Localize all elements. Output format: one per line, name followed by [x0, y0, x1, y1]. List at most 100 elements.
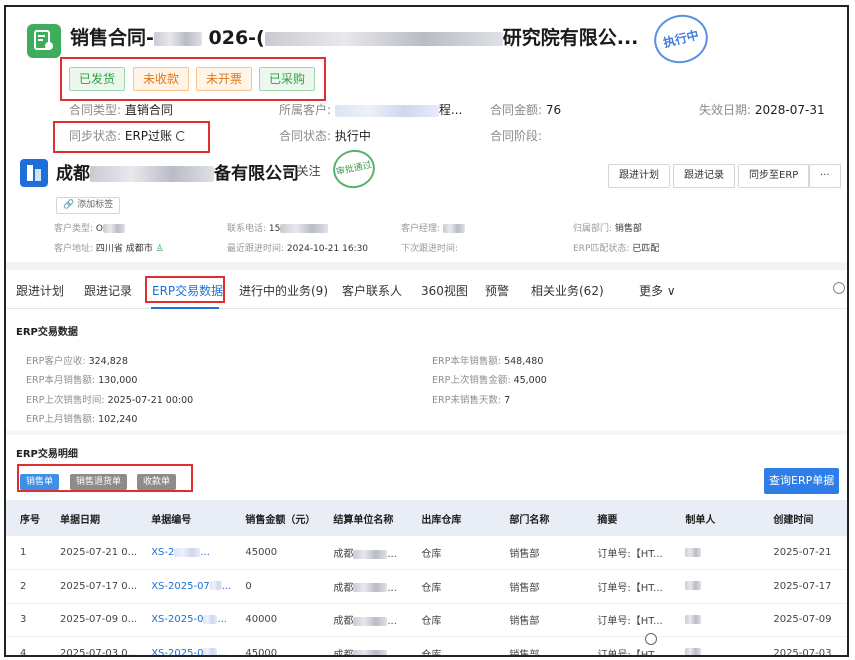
field-contract-type: 合同类型: 直销合同	[69, 101, 173, 118]
tab-ongoing-business[interactable]: 进行中的业务(9)	[239, 282, 328, 299]
info-label: 客户类型:	[54, 224, 94, 234]
cell-date: 2025-07-03 0...	[60, 647, 138, 657]
table-row: 2 2025-07-17 0... XS-2025-07... 0 成都... …	[6, 569, 847, 604]
col-amount: 销售金额（元）	[245, 514, 316, 526]
filter-sales-return[interactable]: 销售退货单	[70, 474, 128, 490]
tab-related-business[interactable]: 相关业务(62)	[531, 282, 604, 299]
redacted-block	[353, 583, 388, 593]
tab-follow-record[interactable]: 跟进记录	[84, 282, 132, 299]
erp-year-sales: ERP本年销售额: 548,480	[432, 353, 543, 367]
redacted-block	[203, 648, 218, 655]
kv-label: ERP本月销售额:	[26, 375, 96, 386]
kv-value: 130,000	[98, 375, 138, 386]
redacted-block	[203, 614, 218, 624]
cell-settle-unit: 成都...	[333, 549, 397, 560]
table-row: 1 2025-07-21 0... XS-2... 45000 成都... 仓库…	[6, 536, 847, 570]
tab-warning[interactable]: 预警	[485, 282, 509, 299]
cell-warehouse: 仓库	[421, 549, 442, 560]
kv-value: 45,000	[513, 375, 547, 386]
title-mid: 026-(	[208, 27, 265, 49]
info-customer-type: 客户类型: O	[54, 221, 126, 234]
erp-data-panel: ERP交易数据 ERP客户应收: 324,828 ERP本年销售额: 548,4…	[6, 310, 847, 430]
erp-data-title: ERP交易数据	[16, 327, 78, 338]
kv-value: 548,480	[504, 356, 544, 367]
tab-follow-plan[interactable]: 跟进计划	[16, 282, 64, 299]
settle-unit-text: 成都	[333, 549, 354, 560]
info-label: 最近跟进时间:	[227, 244, 285, 254]
col-created-at: 创建时间	[773, 514, 814, 526]
redacted-block	[685, 648, 702, 655]
erp-unsold-days: ERP未销售天数: 7	[432, 392, 510, 406]
tab-360-view[interactable]: 360视图	[421, 282, 468, 299]
cell-index: 3	[20, 614, 27, 626]
cell-amount: 45000	[245, 647, 278, 657]
info-value: 四川省 成都市	[95, 244, 153, 254]
tag-shipped: 已发货	[69, 67, 126, 91]
redacted-block	[353, 650, 388, 655]
tab-contacts[interactable]: 客户联系人	[342, 282, 402, 299]
more-options-button[interactable]: ···	[809, 164, 841, 188]
refresh-icon[interactable]	[176, 131, 187, 141]
cursor-circle-icon	[645, 633, 657, 645]
info-value: 销售部	[614, 224, 642, 234]
redacted-block	[353, 549, 388, 559]
field-value: 直销合同	[124, 103, 173, 117]
sync-erp-button[interactable]: 同步至ERP	[738, 164, 810, 188]
status-stamp: 执行中	[648, 9, 714, 69]
cell-created-at: 2025-07-21	[773, 547, 832, 558]
settle-unit-text: 成都	[333, 649, 354, 657]
tab-more[interactable]: 更多 ∨	[639, 282, 676, 299]
info-label: ERP匹配状态:	[573, 244, 630, 254]
filter-receipt[interactable]: 收款单	[137, 474, 177, 490]
cell-amount: 40000	[245, 614, 278, 626]
add-tag-button[interactable]: 🔗 添加标签	[56, 197, 121, 214]
approved-seal: 审批通过	[329, 146, 379, 192]
cell-doc-no[interactable]: XS-2025-0...	[137, 603, 231, 637]
field-label: 合同状态:	[279, 129, 332, 143]
erp-month-sales: ERP本月销售额: 130,000	[26, 372, 137, 386]
field-customer: 所属客户: 程...	[279, 101, 462, 118]
follow-plan-button[interactable]: 跟进计划	[608, 164, 670, 188]
field-label: 合同类型:	[69, 103, 122, 117]
cell-created-at: 2025-07-17	[773, 580, 832, 592]
settings-icon[interactable]	[833, 282, 845, 294]
cell-summary: 订单号:【HT...	[597, 549, 663, 560]
field-label: 合同阶段:	[490, 129, 543, 143]
cell-warehouse: 仓库	[421, 582, 442, 594]
field-amount: 合同金额: 76	[490, 101, 561, 118]
cell-doc-no[interactable]: XS-2025-0...	[137, 637, 231, 655]
cell-dept: 销售部	[509, 582, 540, 594]
cell-doc-no[interactable]: XS-2025-07...	[137, 570, 231, 604]
cell-doc-no[interactable]: XS-2...	[137, 536, 231, 570]
erp-receivable: ERP客户应收: 324,828	[26, 353, 128, 367]
filter-sales-order[interactable]: 销售单	[20, 474, 60, 490]
cell-index: 4	[20, 647, 27, 657]
follow-button[interactable]: ☆ 关注	[282, 162, 321, 179]
cell-creator	[671, 536, 759, 570]
kv-label: ERP上次销售时间:	[26, 395, 105, 406]
query-erp-button[interactable]: 查询ERP单据	[764, 468, 840, 494]
info-manager: 客户经理:	[401, 221, 465, 234]
field-value[interactable]: 程...	[439, 103, 462, 117]
col-warehouse: 出库仓库	[421, 514, 462, 526]
active-tab-indicator	[151, 307, 219, 309]
cell-amount: 45000	[245, 547, 278, 558]
cell-dept: 销售部	[509, 616, 540, 628]
map-pin-icon[interactable]: ♙	[156, 244, 164, 254]
cell-date: 2025-07-09 0...	[60, 614, 138, 626]
cell-settle-unit: 成都...	[333, 616, 397, 628]
cell-dept: 销售部	[509, 549, 540, 560]
cell-created-at: 2025-07-03	[773, 647, 832, 657]
cell-summary: 订单号:【HT...	[597, 616, 663, 628]
settle-unit-text: 成都	[333, 582, 354, 594]
follow-record-button[interactable]: 跟进记录	[673, 164, 735, 188]
erp-detail-title: ERP交易明细	[16, 449, 78, 460]
col-creator: 制单人	[685, 514, 716, 526]
doc-no-text: XS-2025-0	[151, 614, 204, 626]
link-icon: 🔗	[63, 200, 75, 210]
tag-unpaid: 未收款	[133, 67, 190, 91]
cell-summary: 订单号:【HT...	[597, 582, 663, 594]
star-icon: ☆	[282, 164, 293, 178]
redacted-block	[153, 31, 202, 46]
erp-last-amount: ERP上次销售金额: 45,000	[432, 372, 547, 386]
